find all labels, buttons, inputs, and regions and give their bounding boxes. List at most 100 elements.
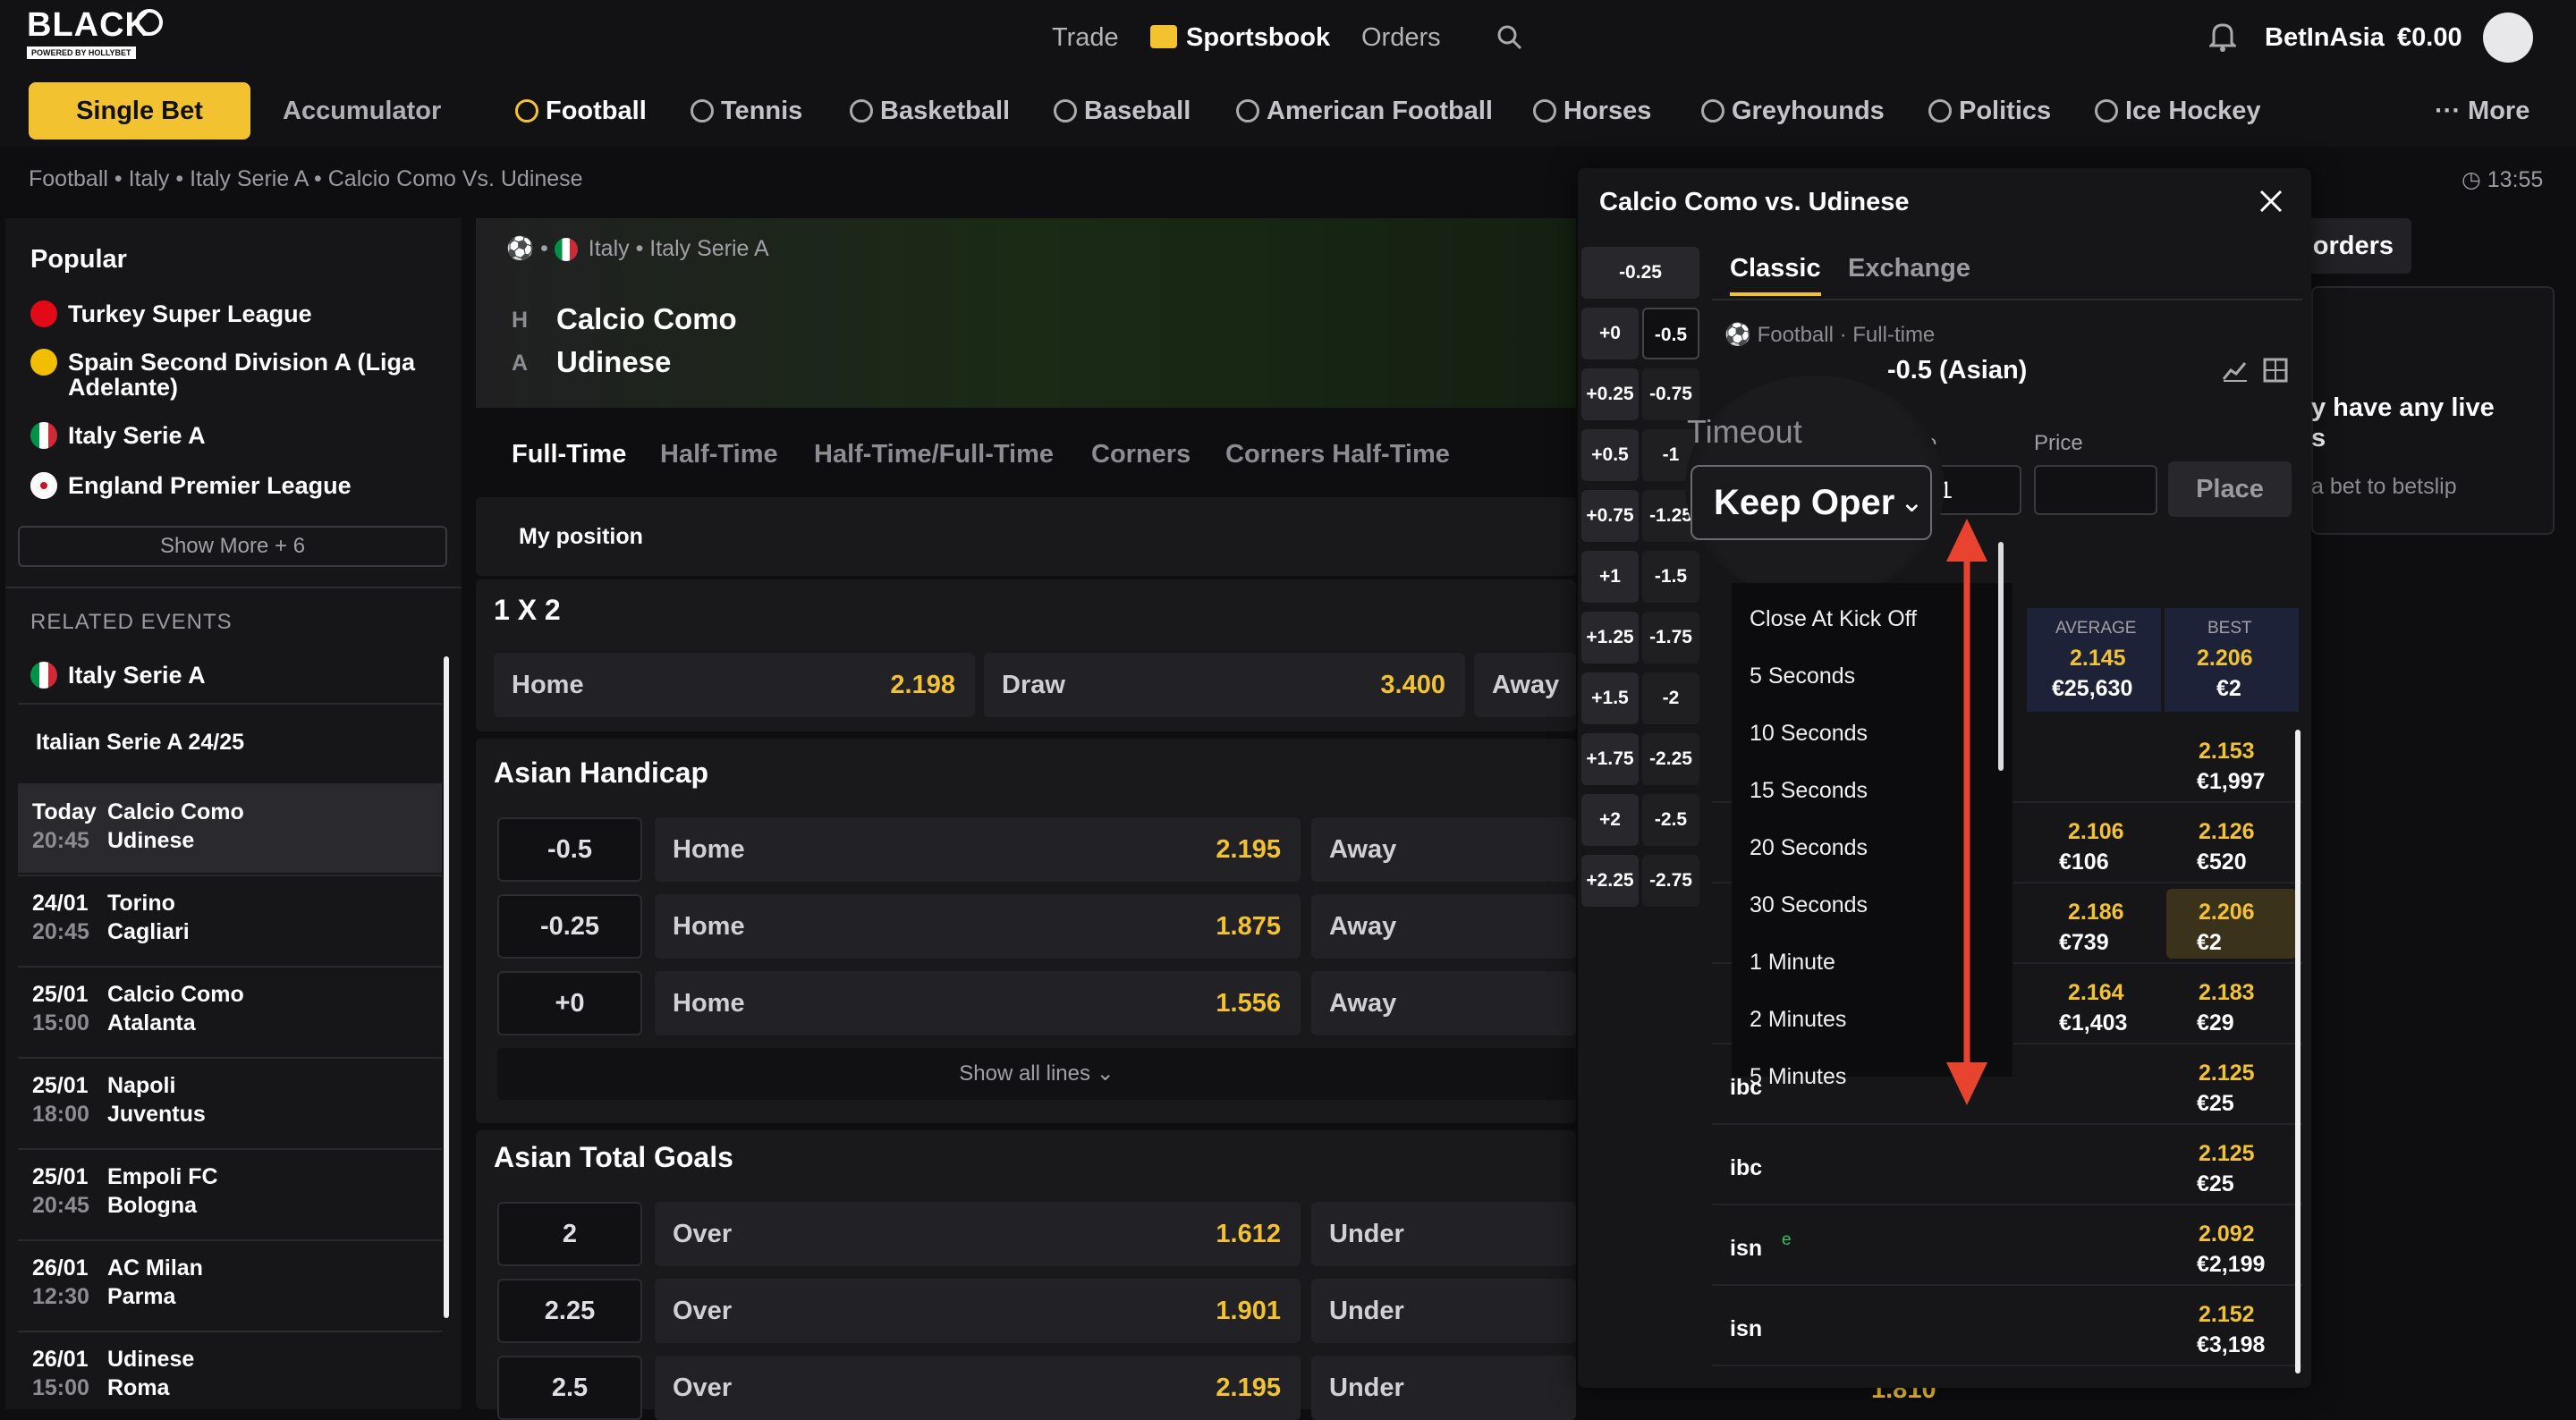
odds-cell-away[interactable]: Away <box>1311 894 1576 959</box>
odds-cell[interactable]: Home 2.195 <box>655 817 1301 882</box>
timeout-option[interactable]: 1 Minute <box>1750 950 1835 976</box>
handicap-button[interactable]: -0.5 <box>1642 308 1699 359</box>
search-icon[interactable] <box>1496 23 1522 50</box>
handicap-button[interactable]: -2.25 <box>1642 733 1699 785</box>
accumulator-button[interactable]: Accumulator <box>283 93 441 129</box>
odds-cell[interactable]: Home 1.875 <box>655 894 1301 959</box>
sport-basketball[interactable]: Basketball <box>850 93 1010 129</box>
more-menu[interactable]: ··· More <box>2435 93 2529 129</box>
sport-tennis[interactable]: Tennis <box>691 93 802 129</box>
odds-cell[interactable]: Over 1.901 <box>655 1279 1301 1343</box>
nav-trade[interactable]: Trade <box>1052 20 1119 55</box>
odds-cell[interactable]: Over 2.195 <box>655 1356 1301 1420</box>
grid-icon[interactable] <box>2263 358 2288 383</box>
odds-away[interactable]: Away <box>1474 653 1576 717</box>
handicap-button[interactable]: +2 <box>1581 794 1639 846</box>
show-more-button[interactable]: Show More + 6 <box>18 526 447 567</box>
tab-half-time[interactable]: Half-Time <box>660 440 778 469</box>
popular-item-spain[interactable]: Spain Second Division A (Liga <box>30 349 415 376</box>
timeout-option[interactable]: Close At Kick Off <box>1750 606 1917 632</box>
handicap-button[interactable]: +0 <box>1581 308 1639 359</box>
handicap-button[interactable]: -0.25 <box>1581 247 1699 299</box>
account-name[interactable]: BetInAsia <box>2265 20 2385 55</box>
odds-home[interactable]: Home 2.198 <box>494 653 975 717</box>
popular-item-turkey[interactable]: Turkey Super League <box>30 300 312 327</box>
odds-cell-away[interactable]: Under <box>1311 1279 1576 1343</box>
sport-ice-hockey[interactable]: Ice Hockey <box>2095 93 2261 129</box>
popular-item-spain-cont: Adelante) <box>68 374 179 401</box>
event-row[interactable]: 25/01 15:00 Calcio Como Atalanta <box>18 966 442 1055</box>
handicap-button[interactable]: -2.5 <box>1642 794 1699 846</box>
sport-politics[interactable]: Politics <box>1928 93 2051 129</box>
odds-cell-away[interactable]: Away <box>1311 817 1576 882</box>
basketball-icon <box>850 99 873 123</box>
tab-corners-half[interactable]: Corners Half-Time <box>1225 440 1450 469</box>
tab-exchange[interactable]: Exchange <box>1848 254 1970 283</box>
my-position-bar[interactable]: My position <box>476 497 1576 576</box>
avatar[interactable] <box>2483 13 2533 63</box>
timeout-option[interactable]: 20 Seconds <box>1750 835 1868 861</box>
event-row[interactable]: Today 20:45 Calcio Como Udinese <box>18 783 442 873</box>
bell-icon[interactable] <box>2209 21 2236 52</box>
handicap-button[interactable]: -1.75 <box>1642 612 1699 664</box>
popular-item-italy[interactable]: Italy Serie A <box>30 422 206 449</box>
timeout-option[interactable]: 5 Minutes <box>1750 1064 1846 1089</box>
odds-cell-away[interactable]: Away <box>1311 971 1576 1035</box>
left-scrollbar[interactable] <box>444 656 449 1318</box>
place-button[interactable]: Place <box>2168 461 2292 517</box>
close-icon[interactable] <box>2258 188 2284 215</box>
odds-draw[interactable]: Draw 3.400 <box>984 653 1465 717</box>
divider <box>1712 299 2302 300</box>
odds-cell-away[interactable]: Under <box>1311 1356 1576 1420</box>
event-row[interactable]: 25/01 18:00 Napoli Juventus <box>18 1057 442 1146</box>
event-row[interactable]: 26/01 12:30 AC Milan Parma <box>18 1239 442 1329</box>
handicap-button[interactable]: +0.5 <box>1581 429 1639 481</box>
match-league[interactable]: ⚽ • Italy • Italy Serie A <box>506 236 769 262</box>
home-tag: H <box>512 308 529 333</box>
handicap-button[interactable]: +1 <box>1581 551 1639 603</box>
book-scrollbar[interactable] <box>2295 730 2301 1374</box>
tab-half-full[interactable]: Half-Time/Full-Time <box>814 440 1054 469</box>
related-league[interactable]: Italy Serie A <box>30 662 206 689</box>
nav-orders[interactable]: Orders <box>1361 20 1441 55</box>
handicap-button[interactable]: +0.25 <box>1581 368 1639 420</box>
sport-football[interactable]: Football <box>515 93 647 129</box>
handicap-button[interactable]: +2.25 <box>1581 855 1639 907</box>
timeout-option[interactable]: 15 Seconds <box>1750 778 1868 804</box>
nav-sportsbook[interactable]: Sportsbook <box>1186 20 1330 55</box>
handicap-button[interactable]: -1.5 <box>1642 551 1699 603</box>
chart-icon[interactable] <box>2222 358 2249 383</box>
handicap-button[interactable]: +1.75 <box>1581 733 1639 785</box>
tab-full-time[interactable]: Full-Time <box>512 440 626 469</box>
price-input[interactable] <box>2034 465 2157 515</box>
show-all-lines-button[interactable]: Show all lines ⌄ <box>497 1048 1576 1100</box>
timeout-select[interactable]: Keep Oper ⌄ <box>1690 465 1932 540</box>
single-bet-button[interactable]: Single Bet <box>29 82 250 139</box>
handicap-button[interactable]: +1.25 <box>1581 612 1639 664</box>
timeout-option[interactable]: 30 Seconds <box>1750 892 1868 918</box>
timeout-option[interactable]: 5 Seconds <box>1750 664 1855 689</box>
odds-cell[interactable]: Home 1.556 <box>655 971 1301 1035</box>
event-row[interactable]: 24/01 20:45 Torino Cagliari <box>18 875 442 964</box>
breadcrumb[interactable]: Football • Italy • Italy Serie A • Calci… <box>29 166 583 192</box>
timeout-option[interactable]: 2 Minutes <box>1750 1007 1846 1033</box>
dropdown-scrollbar[interactable] <box>1998 542 2004 771</box>
handicap-button[interactable]: +1.5 <box>1581 672 1639 724</box>
sport-american-football[interactable]: American Football <box>1236 93 1493 129</box>
flag-icon <box>30 422 57 449</box>
season-row[interactable]: Italian Serie A 24/25 <box>18 703 442 783</box>
odds-cell[interactable]: Over 1.612 <box>655 1202 1301 1266</box>
timeout-option[interactable]: 10 Seconds <box>1750 721 1868 747</box>
sport-greyhounds[interactable]: Greyhounds <box>1701 93 1885 129</box>
odds-cell-away[interactable]: Under <box>1311 1202 1576 1266</box>
sport-horses[interactable]: Horses <box>1533 93 1651 129</box>
event-row[interactable]: 25/01 20:45 Empoli FC Bologna <box>18 1148 442 1238</box>
tab-corners[interactable]: Corners <box>1091 440 1191 469</box>
handicap-button[interactable]: -2 <box>1642 672 1699 724</box>
event-row[interactable]: 26/01 15:00 Udinese Roma <box>18 1331 442 1420</box>
sport-baseball[interactable]: Baseball <box>1054 93 1191 129</box>
handicap-button[interactable]: -2.75 <box>1642 855 1699 907</box>
tab-classic[interactable]: Classic <box>1730 254 1821 296</box>
popular-item-england[interactable]: England Premier League <box>30 472 352 499</box>
handicap-button[interactable]: +0.75 <box>1581 490 1639 542</box>
